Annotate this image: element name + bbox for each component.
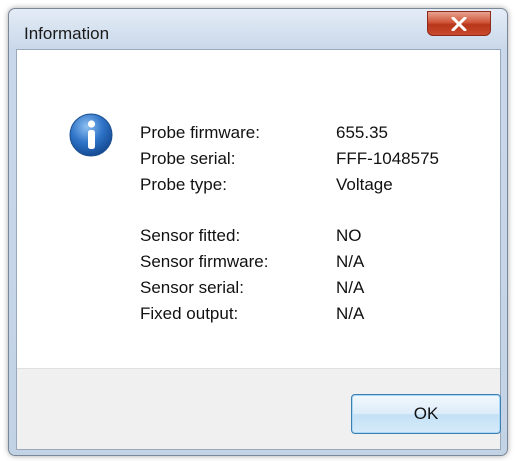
- info-icon: [69, 113, 113, 157]
- dialog-content: Probe firmware: 655.35 Probe serial: FFF…: [17, 50, 500, 368]
- window-title: Information: [24, 24, 110, 43]
- sensor-firmware-value: N/A: [336, 252, 365, 271]
- dialog-footer: OK: [17, 368, 501, 449]
- probe-type-label: Probe type:: [140, 175, 227, 194]
- close-icon: [451, 16, 467, 31]
- information-dialog: Information Probe firmware: 655.35 Probe…: [8, 8, 508, 456]
- dialog-client-area: Probe firmware: 655.35 Probe serial: FFF…: [16, 49, 501, 450]
- sensor-firmware-label: Sensor firmware:: [140, 252, 269, 271]
- probe-serial-label: Probe serial:: [140, 149, 236, 168]
- fixed-output-label: Fixed output:: [140, 304, 239, 323]
- fixed-output-value: N/A: [336, 304, 365, 323]
- close-button[interactable]: [427, 11, 491, 36]
- ok-button[interactable]: OK: [351, 394, 501, 434]
- probe-serial-value: FFF-1048575: [336, 149, 439, 168]
- probe-type-value: Voltage: [336, 175, 393, 194]
- probe-firmware-label: Probe firmware:: [140, 123, 260, 142]
- sensor-fitted-value: NO: [336, 226, 362, 245]
- probe-firmware-value: 655.35: [336, 123, 388, 142]
- sensor-serial-label: Sensor serial:: [140, 278, 244, 297]
- sensor-serial-value: N/A: [336, 278, 365, 297]
- title-bar[interactable]: Information: [9, 9, 507, 49]
- sensor-fitted-label: Sensor fitted:: [140, 226, 241, 245]
